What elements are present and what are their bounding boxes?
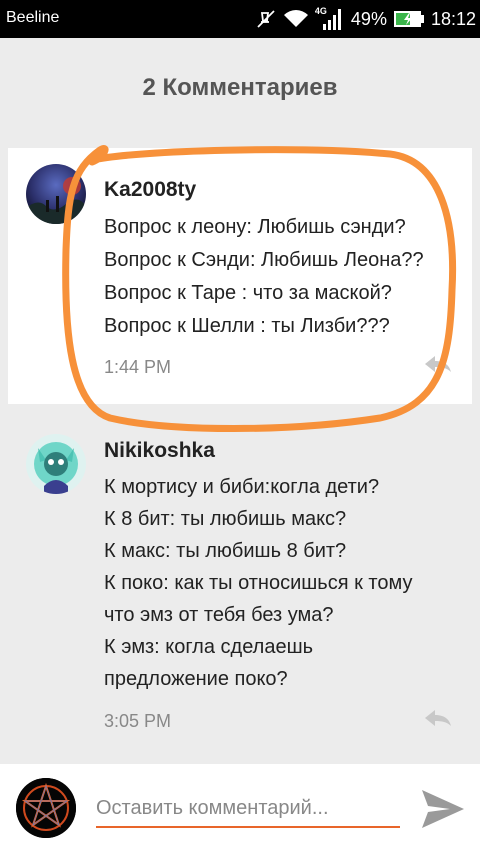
header: 2 Комментариев [0, 38, 480, 146]
comment-author[interactable]: Ka2008ty [104, 178, 196, 202]
user-avatar [16, 778, 76, 838]
status-icons: 4G 49% 18:12 [255, 6, 476, 32]
comment-text-line: К мортису и биби:когла дети? [104, 476, 380, 498]
wifi-icon [283, 9, 309, 29]
comment-text-line: Вопрос к Таре : что за маской? [104, 282, 392, 304]
page-title: 2 Комментариев [142, 74, 338, 101]
avatar[interactable] [26, 164, 86, 224]
comment-text-line: К 8 бит: ты любишь макс? [104, 508, 347, 530]
comment-text-line: К поко: как ты относишься к тому [104, 572, 413, 594]
mute-icon [255, 8, 277, 30]
avatar[interactable] [26, 434, 86, 494]
comment-composer [0, 764, 480, 854]
comment-timestamp: 1:44 PM [104, 357, 172, 377]
send-icon [422, 790, 464, 828]
clock: 18:12 [430, 8, 476, 29]
comment-item: Nikikoshka К мортису и биби:когла дети? … [8, 420, 472, 760]
comment-text-line: предложение поко? [104, 668, 288, 690]
comment-text-line: Вопрос к Сэнди: Любишь Леона?? [104, 249, 424, 271]
comment-text-line: что эмз от тебя без ума? [104, 604, 334, 626]
send-button[interactable] [420, 788, 466, 830]
reply-icon[interactable] [424, 354, 452, 379]
reply-icon[interactable] [424, 708, 452, 733]
battery-percent: 49% [350, 8, 387, 29]
comment-author[interactable]: Nikikoshka [104, 439, 215, 463]
status-bar: Beeline 4G 49% 18:12 [0, 0, 480, 38]
comment-item: Ka2008ty Вопрос к леону: Любишь сэнди? В… [8, 148, 472, 404]
comment-text-line: Вопрос к леону: Любишь сэнди? [104, 216, 406, 238]
comment-input[interactable] [96, 790, 400, 828]
carrier-name: Beeline [6, 9, 60, 26]
comment-timestamp: 3:05 PM [104, 711, 172, 731]
comment-text-line: Вопрос к Шелли : ты Лизби??? [104, 315, 390, 337]
comment-text-line: К макс: ты любишь 8 бит? [104, 540, 347, 562]
signal-icon: 4G [315, 6, 345, 32]
comment-text-line: К эмз: когла сделаешь [104, 636, 314, 658]
battery-icon [393, 9, 425, 29]
network-type: 4G [314, 6, 327, 16]
